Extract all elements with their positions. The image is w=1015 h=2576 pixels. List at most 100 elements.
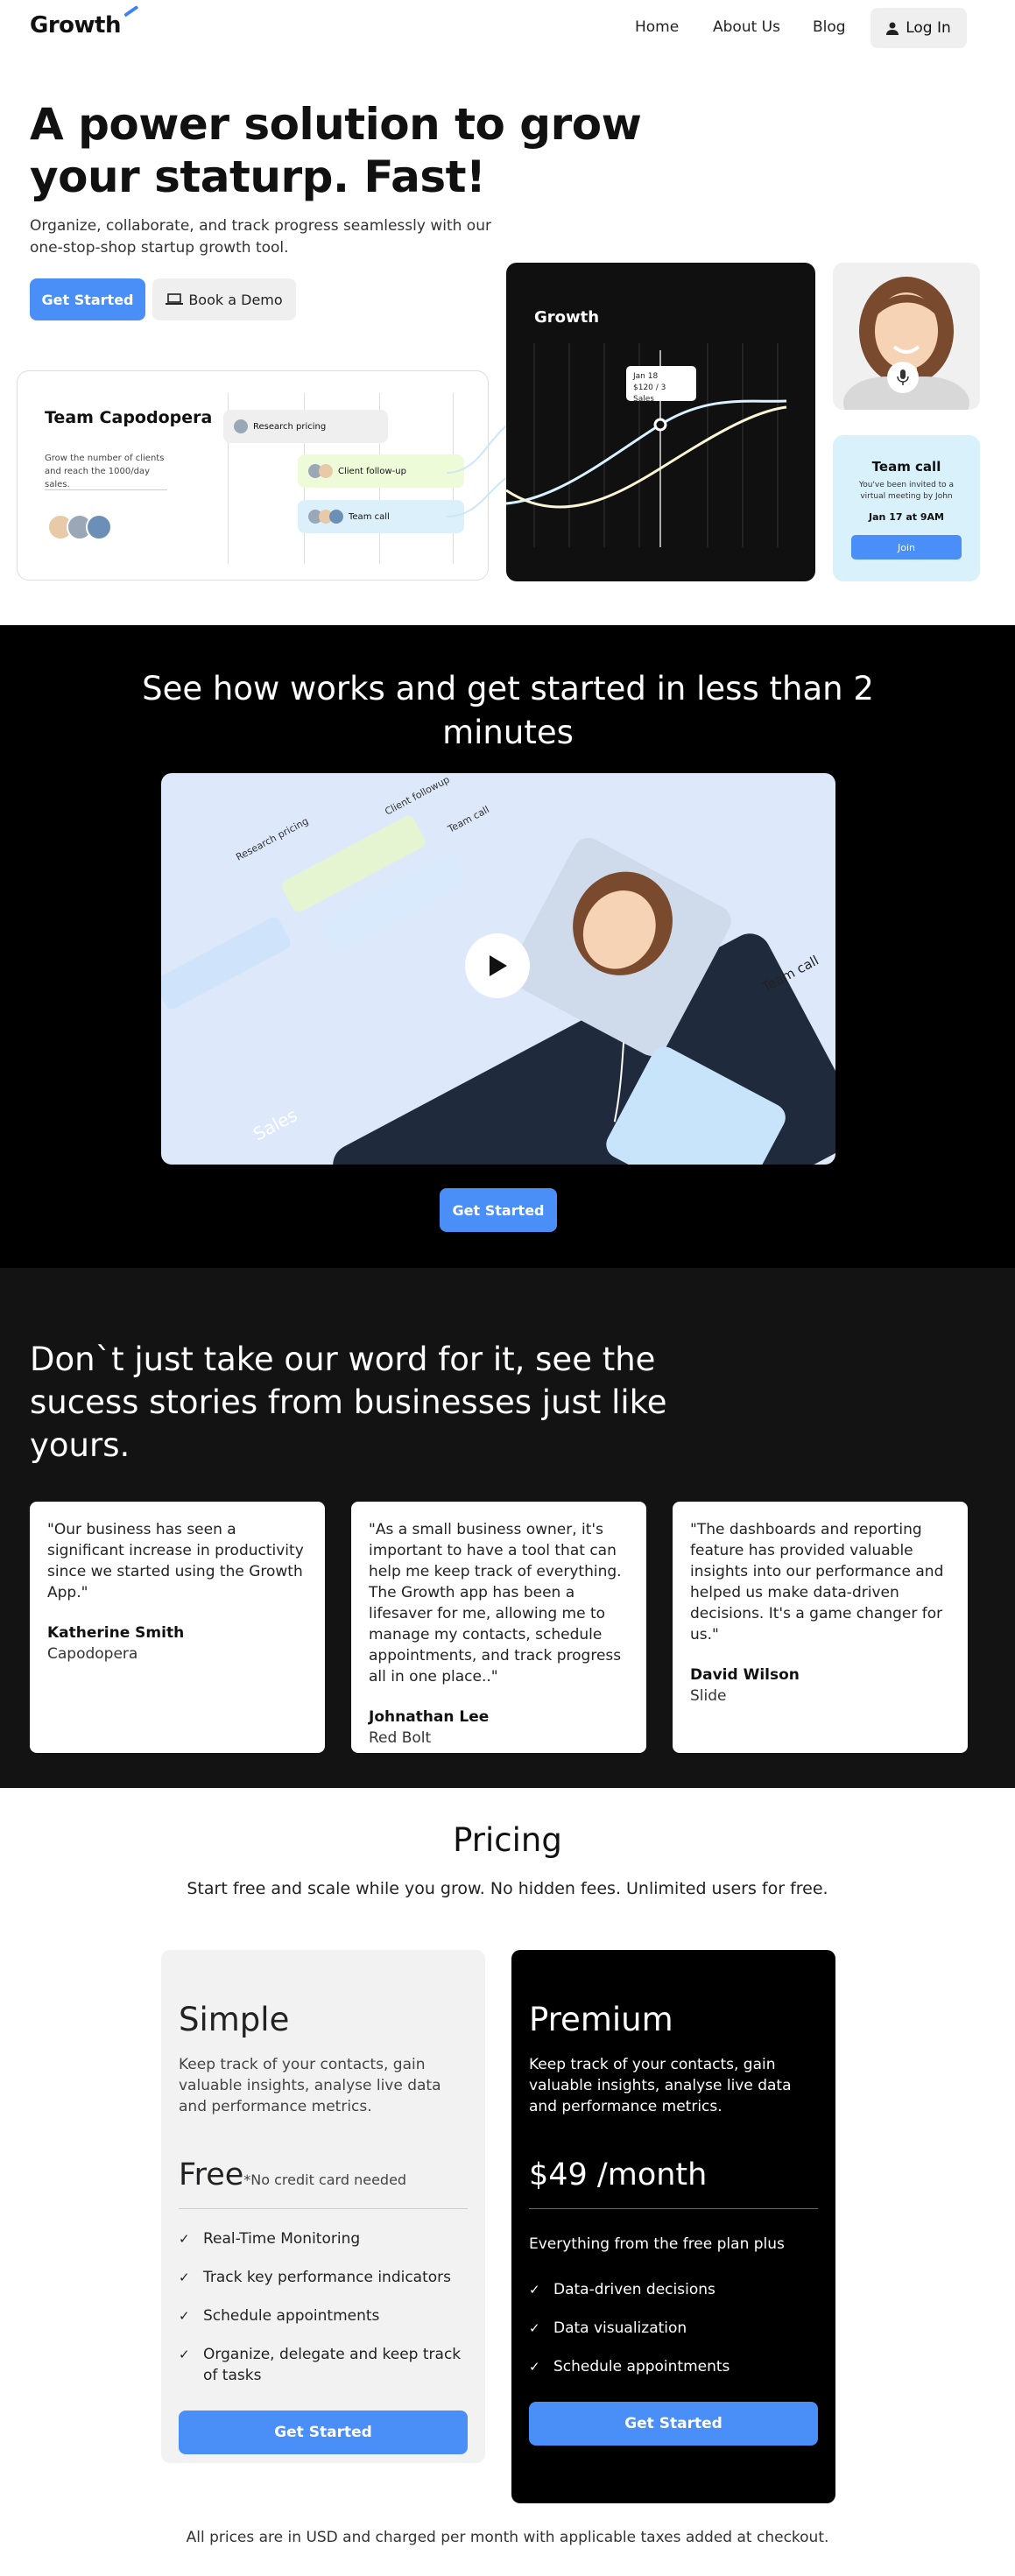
plan-price-value: Free	[179, 2157, 244, 2192]
testimonial-quote: "Our business has seen a significant inc…	[47, 1521, 304, 1601]
feature-label: Schedule appointments	[553, 2358, 730, 2375]
video-player[interactable]: Research pricing Client followup Team ca…	[161, 773, 835, 1165]
nav-blog[interactable]: Blog	[813, 18, 846, 36]
divider	[45, 489, 167, 490]
logo-mark-icon	[123, 4, 143, 24]
testimonial-card: "As a small business owner, it's importa…	[351, 1502, 646, 1753]
preview-label: Research pricing	[234, 815, 310, 862]
hero-title: A power solution to grow your staturp. F…	[30, 99, 642, 202]
testimonial-card: "The dashboards and reporting feature ha…	[673, 1502, 968, 1753]
login-button[interactable]: Log In	[871, 8, 967, 48]
call-date: Jan 17 at 9AM	[869, 511, 944, 523]
join-button[interactable]: Join	[851, 535, 962, 560]
play-icon	[490, 955, 507, 976]
video-section: See how works and get started in less th…	[0, 625, 1015, 1268]
check-icon: ✓	[529, 2320, 540, 2336]
book-demo-label: Book a Demo	[188, 291, 283, 308]
testimonials-section: Don`t just take our word for it, see the…	[0, 1268, 1015, 1788]
team-card-title: Team Capodopera	[45, 408, 213, 427]
mic-button[interactable]	[887, 362, 919, 393]
plan-description: Keep track of your contacts, gain valuab…	[529, 2056, 792, 2115]
testimonials-title: Don`t just take our word for it, see the…	[30, 1341, 667, 1464]
task-label: Team call	[349, 511, 390, 522]
hero-get-started-button[interactable]: Get Started	[30, 278, 145, 320]
plan-description: Keep track of your contacts, gain valuab…	[179, 2056, 441, 2115]
book-demo-button[interactable]: Book a Demo	[152, 278, 296, 320]
plan-feature: ✓ Organize, delegate and keep track of ta…	[179, 2344, 468, 2386]
feature-label: Schedule appointments	[203, 2307, 380, 2325]
plan-feature: ✓ Data-driven decisions	[529, 2279, 818, 2300]
avatar	[86, 514, 112, 540]
preview-label: Sales	[250, 1104, 300, 1144]
laptop-icon	[166, 293, 184, 305]
testimonial-quote: "As a small business owner, it's importa…	[369, 1521, 622, 1686]
pricing-subtitle: Start free and scale while you grow. No …	[187, 1879, 828, 1898]
plan-features-intro: Everything from the free plan plus	[529, 2235, 785, 2253]
user-icon	[886, 22, 899, 35]
feature-label: Track key performance indicators	[203, 2269, 452, 2286]
plan-feature: ✓ Schedule appointments	[529, 2356, 818, 2377]
plan-feature: ✓ Track key performance indicators	[179, 2267, 468, 2288]
plan-name: Premium	[529, 2001, 673, 2038]
check-icon: ✓	[179, 2308, 190, 2324]
pricing-title: Pricing	[453, 1821, 562, 1859]
plan-feature: ✓ Data visualization	[529, 2318, 818, 2339]
check-icon: ✓	[179, 2231, 190, 2247]
team-call-card: Team call You've been invited to a virtu…	[833, 435, 980, 581]
testimonial-card: "Our business has seen a significant inc…	[30, 1502, 325, 1753]
feature-label: Organize, delegate and keep track of tas…	[203, 2346, 462, 2384]
plan-price: Free*No credit card needed	[179, 2157, 468, 2192]
testimonial-name: Katherine Smith	[47, 1624, 185, 1642]
video-get-started-button[interactable]: Get Started	[440, 1188, 557, 1232]
microphone-icon	[897, 370, 909, 385]
check-icon: ✓	[529, 2359, 540, 2375]
check-icon: ✓	[179, 2347, 190, 2362]
feature-label: Data-driven decisions	[553, 2281, 715, 2298]
preview-label: Team call	[445, 804, 490, 835]
plan-simple: Simple Keep track of your contacts, gain…	[161, 1950, 485, 2463]
top-nav: Growth Home About Us Blog Log In	[0, 0, 1015, 56]
testimonial-company: Capodopera	[47, 1645, 138, 1663]
simple-get-started-button[interactable]: Get Started	[179, 2411, 468, 2454]
avatar	[234, 419, 248, 433]
divider	[179, 2208, 468, 2209]
avatar	[329, 510, 343, 524]
play-button[interactable]	[465, 933, 530, 998]
tooltip-value: $120 / 3 Sales	[633, 384, 666, 404]
plan-feature: ✓ Real-Time Monitoring	[179, 2228, 468, 2249]
logo[interactable]: Growth	[30, 12, 121, 39]
tooltip-date: Jan 18	[633, 372, 659, 381]
testimonial-company: Red Bolt	[369, 1729, 432, 1747]
feature-label: Data visualization	[553, 2319, 687, 2337]
preview-label: Client followup	[383, 774, 451, 818]
video-section-title: See how works and get started in less th…	[142, 670, 874, 751]
call-description: You've been invited to a virtual meeting…	[858, 481, 955, 501]
growth-chart-card: Growth Jan 18 $120 / 3 Sales	[506, 263, 815, 581]
testimonial-quote: "The dashboards and reporting feature ha…	[690, 1521, 944, 1643]
testimonial-company: Slide	[690, 1687, 727, 1705]
feature-label: Real-Time Monitoring	[203, 2230, 361, 2248]
nav-about-us[interactable]: About Us	[713, 18, 780, 36]
nav-home[interactable]: Home	[635, 18, 679, 36]
plan-name: Simple	[179, 2001, 290, 2038]
team-card-description: Grow the number of clients and reach the…	[45, 454, 165, 489]
divider	[529, 2208, 818, 2209]
avatar	[319, 464, 333, 478]
plan-premium: Premium Keep track of your contacts, gai…	[511, 1950, 835, 2503]
call-title: Team call	[871, 459, 941, 475]
task-pill-research: Research pricing	[223, 410, 388, 443]
check-icon: ✓	[529, 2282, 540, 2298]
hero-subtitle: Organize, collaborate, and track progres…	[30, 217, 491, 257]
growth-chart	[506, 343, 787, 547]
testimonial-name: David Wilson	[690, 1666, 800, 1684]
plan-price: $49 /month	[529, 2157, 708, 2192]
team-card: Team Capodopera Grow the number of clien…	[17, 370, 489, 581]
pricing-footnote: All prices are in USD and charged per mo…	[186, 2529, 829, 2546]
check-icon: ✓	[179, 2270, 190, 2285]
testimonial-name: Johnathan Lee	[369, 1708, 490, 1726]
task-label: Client follow-up	[338, 466, 406, 476]
chart-tooltip: Jan 18 $120 / 3 Sales	[626, 366, 696, 404]
premium-get-started-button[interactable]: Get Started	[529, 2402, 818, 2446]
task-label: Research pricing	[253, 421, 327, 432]
plan-feature: ✓ Schedule appointments	[179, 2305, 468, 2326]
